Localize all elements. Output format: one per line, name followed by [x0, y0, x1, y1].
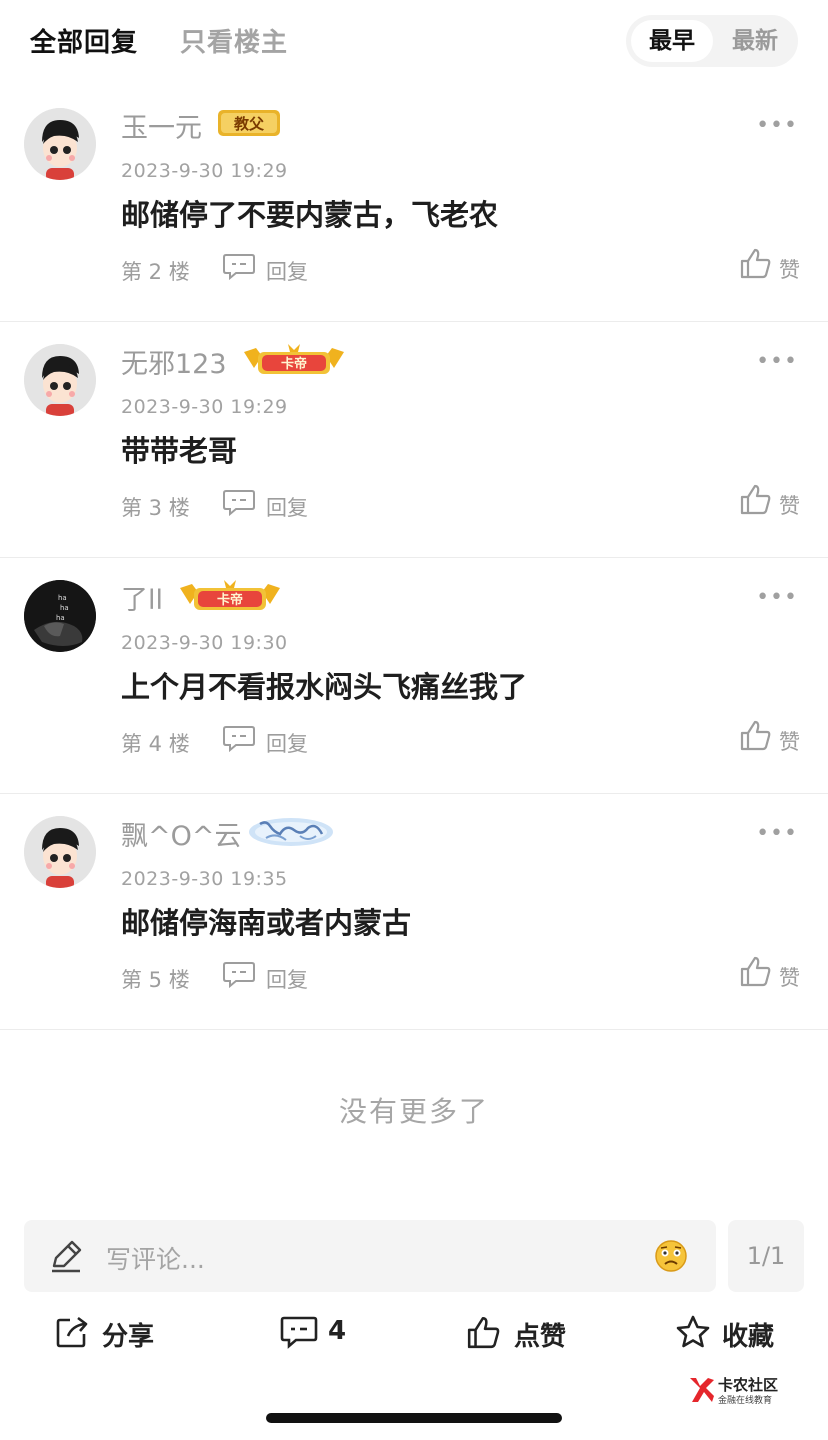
- comment-time: 2023-9-30 19:35: [121, 868, 288, 890]
- like-label: 赞: [779, 258, 800, 282]
- brand-name: 卡农社区: [718, 1376, 779, 1394]
- svg-text:ha: ha: [56, 614, 65, 622]
- end-of-list-note: 没有更多了: [338, 1095, 489, 1128]
- comment-icon: [280, 1316, 318, 1349]
- comment-item: 无邪123 卡帝 ••• 2023-9-30 19:29 带带老哥 第 3 楼 …: [0, 322, 828, 558]
- tab-op-only[interactable]: 只看楼主: [180, 22, 288, 59]
- badge-calligraphy: [246, 814, 336, 848]
- home-indicator[interactable]: [266, 1413, 562, 1423]
- username[interactable]: 飘^O^云: [121, 814, 242, 853]
- username[interactable]: 无邪123: [121, 342, 227, 381]
- comment-icon: [223, 962, 255, 988]
- reply-label: 回复: [266, 968, 308, 992]
- comment-icon: [223, 254, 255, 280]
- pencil-icon: [52, 1240, 82, 1273]
- avatar[interactable]: ha ha ha: [24, 580, 96, 652]
- svg-text:ha: ha: [60, 604, 69, 612]
- more-options-icon[interactable]: •••: [756, 349, 798, 374]
- comment-item: 飘^O^云 ••• 2023-9-30 19:35 邮储停海南或者内蒙古 第 5…: [0, 794, 828, 1030]
- comment-time: 2023-9-30 19:29: [121, 160, 288, 182]
- brand-watermark: 卡农社区 金融在线教育: [686, 1372, 796, 1408]
- brand-logo-icon: [690, 1378, 714, 1402]
- like-post-label: 点赞: [514, 1322, 567, 1352]
- sort-latest-button[interactable]: 最新: [714, 20, 796, 62]
- badge-card-emperor: 卡帝: [178, 578, 282, 612]
- share-icon: [56, 1316, 88, 1348]
- username[interactable]: 了ll: [121, 578, 163, 617]
- comment-content: 带带老哥: [121, 434, 238, 468]
- floor-number: 第 4 楼: [121, 732, 190, 756]
- badge-label: 教父: [233, 115, 265, 133]
- comment-icon: [223, 490, 255, 516]
- badge-label: 卡帝: [217, 592, 243, 608]
- badge-godfather: 教父: [214, 106, 284, 140]
- comment-icon: [223, 726, 255, 752]
- username[interactable]: 玉一元: [121, 106, 202, 145]
- badge-card-emperor: 卡帝: [242, 342, 346, 376]
- comment-time: 2023-9-30 19:30: [121, 632, 288, 654]
- star-icon: [676, 1315, 710, 1348]
- reply-label: 回复: [266, 496, 308, 520]
- svg-text:ha: ha: [58, 594, 67, 602]
- thumbs-up-icon: [740, 956, 771, 987]
- favorite-label: 收藏: [722, 1322, 775, 1352]
- avatar[interactable]: [24, 816, 96, 888]
- reply-label: 回复: [266, 732, 308, 756]
- comment-item: 玉一元 教父 ••• 2023-9-30 19:29 邮储停了不要内蒙古，飞老农…: [0, 86, 828, 322]
- reply-label: 回复: [266, 260, 308, 284]
- sort-earliest-button[interactable]: 最早: [631, 20, 713, 62]
- more-options-icon[interactable]: •••: [756, 821, 798, 846]
- floor-number: 第 2 楼: [121, 260, 190, 284]
- like-label: 赞: [779, 494, 800, 518]
- comment-input[interactable]: 写评论...: [24, 1220, 716, 1292]
- thumbs-up-icon: [740, 720, 771, 751]
- floor-number: 第 5 楼: [121, 968, 190, 992]
- like-label: 赞: [779, 966, 800, 990]
- comment-time: 2023-9-30 19:29: [121, 396, 288, 418]
- comment-content: 邮储停了不要内蒙古，飞老农: [121, 198, 499, 232]
- comment-input-placeholder: 写评论...: [106, 1245, 205, 1274]
- comment-item: ha ha ha 了ll 卡帝 ••• 2023-9-30 19:30 上个月不…: [0, 558, 828, 794]
- comments-count: 4: [328, 1316, 347, 1346]
- thumbs-up-icon: [467, 1316, 500, 1349]
- floor-number: 第 3 楼: [121, 496, 190, 520]
- more-options-icon[interactable]: •••: [756, 113, 798, 138]
- avatar[interactable]: [24, 108, 96, 180]
- page-indicator[interactable]: 1/1: [728, 1220, 804, 1292]
- emoji-icon[interactable]: [654, 1239, 688, 1273]
- filter-bar: 全部回复 只看楼主 最早 最新: [0, 0, 828, 84]
- avatar[interactable]: [24, 344, 96, 416]
- thumbs-up-icon: [740, 484, 771, 515]
- like-label: 赞: [779, 730, 800, 754]
- badge-label: 卡帝: [281, 356, 307, 372]
- share-label: 分享: [102, 1322, 155, 1352]
- sort-toggle: 最早 最新: [626, 15, 798, 67]
- comment-content: 邮储停海南或者内蒙古: [121, 906, 412, 940]
- tab-all-replies[interactable]: 全部回复: [30, 22, 138, 59]
- comment-content: 上个月不看报水闷头飞痛丝我了: [121, 670, 528, 704]
- thumbs-up-icon: [740, 248, 771, 279]
- brand-tagline: 金融在线教育: [718, 1396, 773, 1406]
- more-options-icon[interactable]: •••: [756, 585, 798, 610]
